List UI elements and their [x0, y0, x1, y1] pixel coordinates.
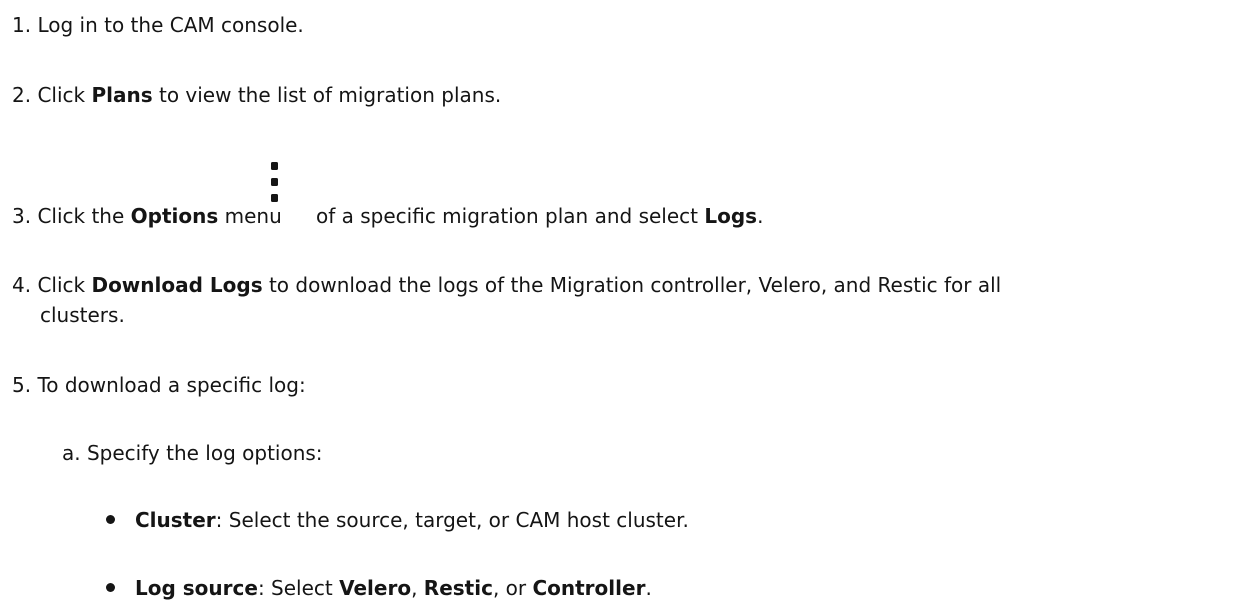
velero-label: Velero — [339, 576, 412, 600]
substep-a: a. Specify the log options: — [62, 440, 323, 466]
bullet-dot-icon — [106, 583, 115, 592]
step-number: 3. — [12, 204, 32, 228]
bullet-dot-icon — [106, 515, 115, 524]
step-3: 3. Click the Options menu — [12, 203, 282, 229]
step-number: 4. — [12, 273, 32, 297]
step-2: 2. Click Plans to view the list of migra… — [12, 82, 501, 108]
step-text: Log in to the CAM console. — [37, 13, 304, 37]
plans-label: Plans — [91, 83, 153, 107]
separator: , — [411, 576, 424, 600]
log-source-label: Log source — [135, 576, 258, 600]
bullet-text: : Select — [257, 576, 340, 600]
bullet-end: . — [645, 576, 652, 600]
step-text: To download a specific log: — [37, 373, 306, 397]
step-text-pre: Click the — [37, 204, 131, 228]
step-number: 1. — [12, 13, 32, 37]
step-4: 4. Click Download Logs to download the l… — [12, 272, 1001, 298]
step-1: 1. Log in to the CAM console. — [12, 12, 304, 38]
step-text-post: of a specific migration plan and select — [316, 204, 705, 228]
controller-label: Controller — [532, 576, 646, 600]
step-number: 2. — [12, 83, 32, 107]
step-number: 5. — [12, 373, 32, 397]
restic-label: Restic — [423, 576, 493, 600]
step-text-post: to view the list of migration plans. — [152, 83, 502, 107]
cluster-label: Cluster — [135, 508, 216, 532]
kebab-menu-icon — [268, 158, 280, 208]
step-text-cont: clusters. — [40, 303, 125, 327]
logs-label: Logs — [704, 204, 758, 228]
bullet-text: : Select the source, target, or CAM host… — [215, 508, 689, 532]
substep-text: Specify the log options: — [86, 441, 323, 465]
separator: , or — [492, 576, 533, 600]
step-text-pre: Click — [37, 83, 92, 107]
download-logs-label: Download Logs — [91, 273, 263, 297]
bullet-cluster: Cluster: Select the source, target, or C… — [106, 507, 689, 533]
step-3-continuation: of a specific migration plan and select … — [316, 203, 763, 229]
options-label: Options — [130, 204, 219, 228]
bullet-log-source: Log source: Select Velero, Restic, or Co… — [106, 575, 652, 601]
substep-letter: a. — [62, 441, 81, 465]
step-5: 5. To download a specific log: — [12, 372, 306, 398]
step-text-end: . — [757, 204, 764, 228]
step-text-pre: Click — [37, 273, 92, 297]
step-text-post: to download the logs of the Migration co… — [262, 273, 1002, 297]
step-4-continuation: clusters. — [40, 302, 125, 328]
